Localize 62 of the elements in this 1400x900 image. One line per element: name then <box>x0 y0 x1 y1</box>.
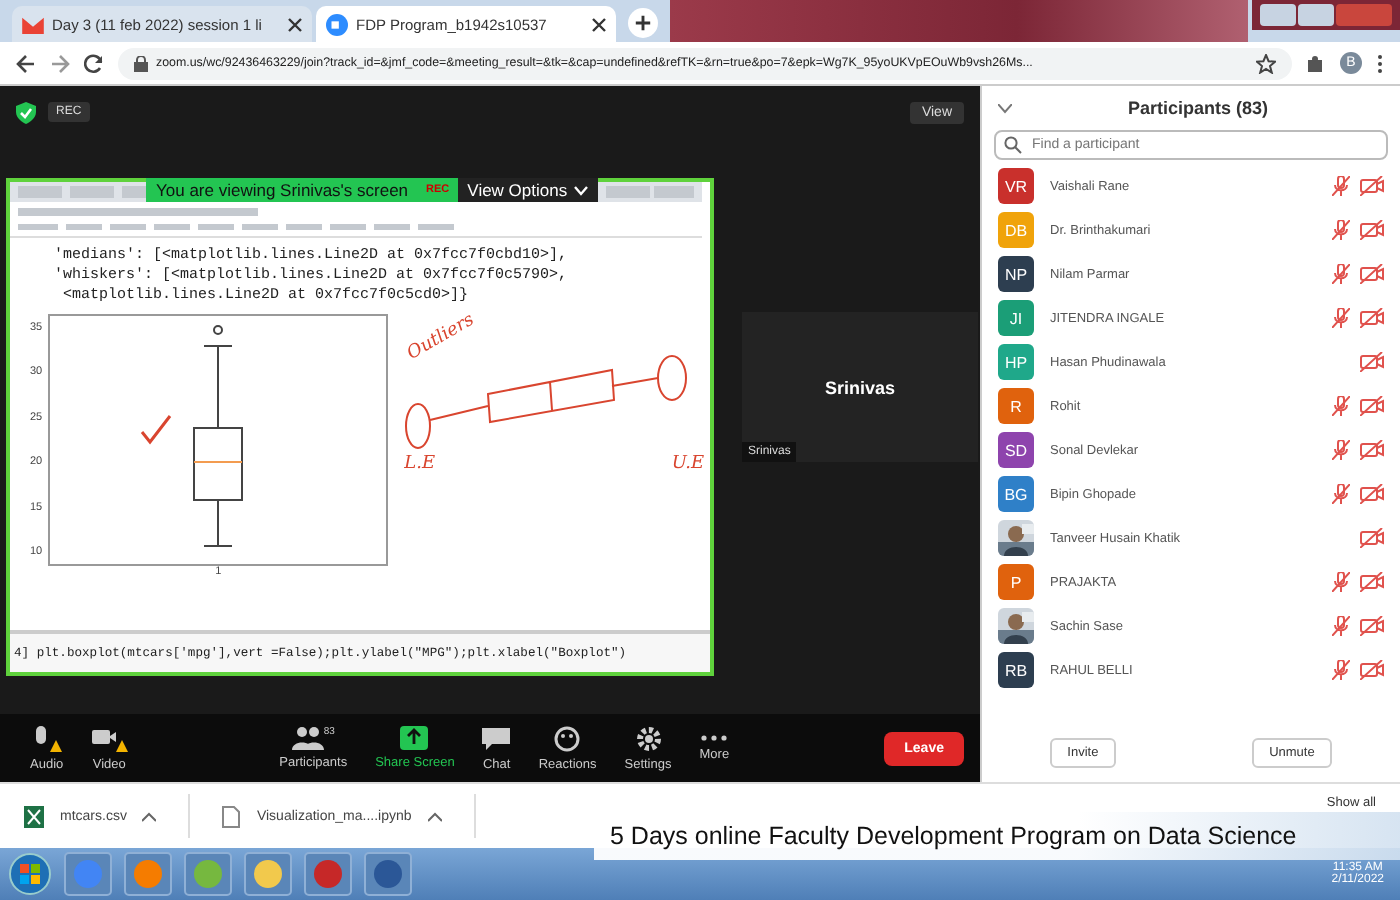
share-screen-icon <box>400 726 429 750</box>
avatar: RB <box>998 652 1034 688</box>
back-icon[interactable] <box>16 53 36 73</box>
avatar: VR <box>998 168 1034 204</box>
video-off-icon <box>1360 308 1384 328</box>
video-off-icon <box>1360 528 1384 548</box>
menu-icon[interactable] <box>1376 53 1384 73</box>
avatar: P <box>998 564 1034 600</box>
avatar: HP <box>998 344 1034 380</box>
new-tab-icon[interactable] <box>628 8 658 38</box>
file-icon <box>222 805 241 827</box>
handwritten-note: L.E <box>404 454 436 474</box>
video-off-icon <box>1360 396 1384 416</box>
search-icon <box>1004 136 1022 154</box>
window-controls[interactable] <box>1252 0 1400 30</box>
video-off-icon <box>1360 440 1384 460</box>
more-icon <box>700 734 729 742</box>
avatar: R <box>998 388 1034 424</box>
close-icon[interactable] <box>288 17 302 31</box>
video-off-icon <box>1360 484 1384 504</box>
video-off-icon <box>1360 616 1384 636</box>
chevron-down-icon[interactable] <box>998 103 1012 113</box>
start-button-icon[interactable] <box>8 852 52 896</box>
taskbar-app-icon[interactable] <box>304 852 352 896</box>
chevron-down-icon <box>573 185 588 195</box>
avatar: NP <box>998 256 1034 292</box>
avatar: DB <box>998 212 1034 248</box>
smiley-icon <box>554 725 581 751</box>
video-off-icon <box>1360 572 1384 592</box>
caret-icon <box>427 811 442 821</box>
video-off-icon <box>1360 220 1384 240</box>
avatar: JI <box>998 300 1034 336</box>
settings-icon <box>635 725 661 751</box>
handwritten-note: U.E <box>671 454 705 474</box>
video-off-icon <box>1360 352 1384 372</box>
avatar: BG <box>998 476 1034 512</box>
shield-icon[interactable] <box>16 101 36 123</box>
panel-title: Participants (83) <box>1125 98 1271 118</box>
taskbar-app-icon[interactable] <box>364 852 412 896</box>
microphone-icon <box>30 725 63 751</box>
people-icon <box>291 726 324 750</box>
forward-icon[interactable] <box>50 53 70 73</box>
caption-banner: 5 Days online Faculty Development Program on Data Science <box>594 812 1400 860</box>
lock-icon <box>134 55 148 71</box>
spreadsheet-icon <box>24 805 44 827</box>
mail-icon <box>22 15 44 33</box>
video-off-icon <box>1360 660 1384 680</box>
view-options-button[interactable]: View Options <box>457 178 598 202</box>
video-camera-icon <box>326 13 348 35</box>
video-off-icon <box>1360 264 1384 284</box>
video-camera-icon <box>91 725 128 751</box>
star-icon[interactable] <box>1256 53 1276 73</box>
reload-icon[interactable] <box>84 53 104 73</box>
avatar: SD <box>998 432 1034 468</box>
puzzle-icon[interactable] <box>1306 53 1326 73</box>
chat-icon <box>482 725 511 751</box>
sharing-banner: You are viewing Srinivas's screen <box>146 178 419 202</box>
video-off-icon <box>1360 176 1384 196</box>
close-icon[interactable] <box>592 17 606 31</box>
checkmark-icon <box>140 414 172 446</box>
caret-icon <box>142 811 157 821</box>
participant-name: Srinivas <box>824 377 896 397</box>
